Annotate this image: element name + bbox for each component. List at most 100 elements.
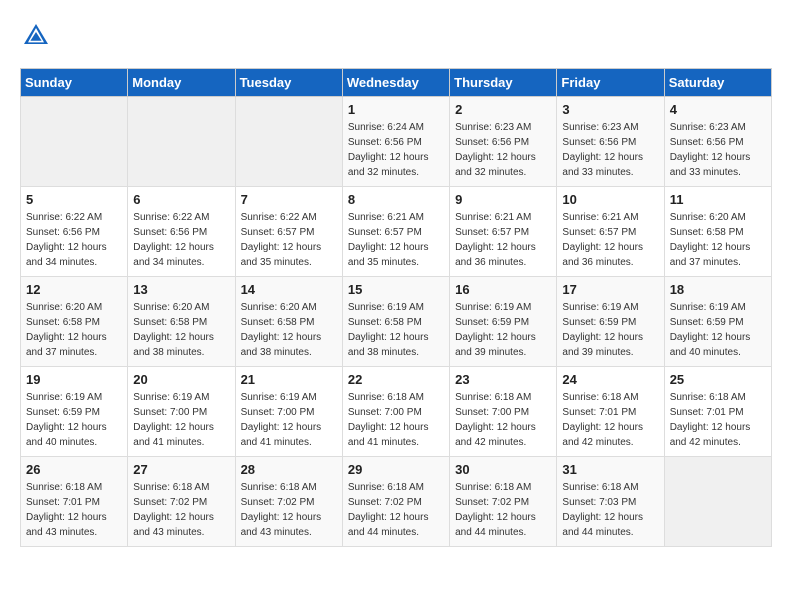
day-number: 19: [26, 372, 122, 387]
day-number: 16: [455, 282, 551, 297]
day-info: Sunrise: 6:23 AMSunset: 6:56 PMDaylight:…: [670, 120, 766, 180]
day-info: Sunrise: 6:18 AMSunset: 7:02 PMDaylight:…: [241, 480, 337, 540]
calendar-cell: 29 Sunrise: 6:18 AMSunset: 7:02 PMDayligh…: [342, 457, 449, 547]
calendar-cell: 11 Sunrise: 6:20 AMSunset: 6:58 PMDayligh…: [664, 187, 771, 277]
calendar-cell: 28 Sunrise: 6:18 AMSunset: 7:02 PMDayligh…: [235, 457, 342, 547]
day-info: Sunrise: 6:22 AMSunset: 6:57 PMDaylight:…: [241, 210, 337, 270]
calendar-week-2: 5 Sunrise: 6:22 AMSunset: 6:56 PMDaylight…: [21, 187, 772, 277]
calendar-cell: 14 Sunrise: 6:20 AMSunset: 6:58 PMDayligh…: [235, 277, 342, 367]
calendar-cell: [128, 97, 235, 187]
day-info: Sunrise: 6:20 AMSunset: 6:58 PMDaylight:…: [241, 300, 337, 360]
calendar-week-3: 12Sunrise: 6:20 AMSunset: 6:58 PMDayligh…: [21, 277, 772, 367]
calendar-cell: 13 Sunrise: 6:20 AMSunset: 6:58 PMDayligh…: [128, 277, 235, 367]
day-number: 14: [241, 282, 337, 297]
calendar-cell: [235, 97, 342, 187]
calendar-week-4: 19 Sunrise: 6:19 AMSunset: 6:59 PMDayligh…: [21, 367, 772, 457]
day-info: Sunrise: 6:21 AMSunset: 6:57 PMDaylight:…: [455, 210, 551, 270]
day-number: 23: [455, 372, 551, 387]
day-info: Sunrise: 6:18 AMSunset: 7:02 PMDaylight:…: [133, 480, 229, 540]
calendar-cell: 17 Sunrise: 6:19 AMSunset: 6:59 PMDayligh…: [557, 277, 664, 367]
calendar-week-1: 1 Sunrise: 6:24 AMSunset: 6:56 PMDaylight…: [21, 97, 772, 187]
calendar-cell: 6Sunrise: 6:22 AMSunset: 6:56 PMDaylight…: [128, 187, 235, 277]
day-number: 9: [455, 192, 551, 207]
page-header: [20, 20, 772, 52]
day-number: 28: [241, 462, 337, 477]
day-info: Sunrise: 6:18 AMSunset: 7:01 PMDaylight:…: [26, 480, 122, 540]
logo-icon: [20, 20, 52, 52]
day-number: 15: [348, 282, 444, 297]
calendar-cell: 18 Sunrise: 6:19 AMSunset: 6:59 PMDayligh…: [664, 277, 771, 367]
weekday-header-friday: Friday: [557, 69, 664, 97]
day-info: Sunrise: 6:19 AMSunset: 6:59 PMDaylight:…: [26, 390, 122, 450]
calendar-body: 1 Sunrise: 6:24 AMSunset: 6:56 PMDaylight…: [21, 97, 772, 547]
day-number: 31: [562, 462, 658, 477]
day-number: 13: [133, 282, 229, 297]
day-number: 24: [562, 372, 658, 387]
day-info: Sunrise: 6:23 AMSunset: 6:56 PMDaylight:…: [562, 120, 658, 180]
day-info: Sunrise: 6:18 AMSunset: 7:01 PMDaylight:…: [670, 390, 766, 450]
calendar-cell: 25 Sunrise: 6:18 AMSunset: 7:01 PMDayligh…: [664, 367, 771, 457]
day-info: Sunrise: 6:22 AMSunset: 6:56 PMDaylight:…: [26, 210, 122, 270]
day-info: Sunrise: 6:18 AMSunset: 7:03 PMDaylight:…: [562, 480, 658, 540]
weekday-header-sunday: Sunday: [21, 69, 128, 97]
calendar-cell: 26 Sunrise: 6:18 AMSunset: 7:01 PMDayligh…: [21, 457, 128, 547]
day-info: Sunrise: 6:18 AMSunset: 7:01 PMDaylight:…: [562, 390, 658, 450]
calendar-week-5: 26 Sunrise: 6:18 AMSunset: 7:01 PMDayligh…: [21, 457, 772, 547]
day-number: 8: [348, 192, 444, 207]
day-info: Sunrise: 6:19 AMSunset: 6:59 PMDaylight:…: [670, 300, 766, 360]
day-info: Sunrise: 6:21 AMSunset: 6:57 PMDaylight:…: [348, 210, 444, 270]
day-number: 5: [26, 192, 122, 207]
weekday-header-tuesday: Tuesday: [235, 69, 342, 97]
calendar-cell: 21 Sunrise: 6:19 AMSunset: 7:00 PMDayligh…: [235, 367, 342, 457]
calendar-cell: 22Sunrise: 6:18 AMSunset: 7:00 PMDayligh…: [342, 367, 449, 457]
calendar-cell: 20 Sunrise: 6:19 AMSunset: 7:00 PMDayligh…: [128, 367, 235, 457]
calendar-cell: 19 Sunrise: 6:19 AMSunset: 6:59 PMDayligh…: [21, 367, 128, 457]
day-number: 20: [133, 372, 229, 387]
calendar-cell: 16 Sunrise: 6:19 AMSunset: 6:59 PMDayligh…: [450, 277, 557, 367]
calendar-cell: 3Sunrise: 6:23 AMSunset: 6:56 PMDaylight…: [557, 97, 664, 187]
day-info: Sunrise: 6:23 AMSunset: 6:56 PMDaylight:…: [455, 120, 551, 180]
weekday-header-wednesday: Wednesday: [342, 69, 449, 97]
calendar-cell: 30 Sunrise: 6:18 AMSunset: 7:02 PMDayligh…: [450, 457, 557, 547]
day-number: 25: [670, 372, 766, 387]
calendar-cell: 23Sunrise: 6:18 AMSunset: 7:00 PMDayligh…: [450, 367, 557, 457]
calendar-cell: [21, 97, 128, 187]
calendar-cell: 24 Sunrise: 6:18 AMSunset: 7:01 PMDayligh…: [557, 367, 664, 457]
day-info: Sunrise: 6:20 AMSunset: 6:58 PMDaylight:…: [670, 210, 766, 270]
day-info: Sunrise: 6:19 AMSunset: 7:00 PMDaylight:…: [241, 390, 337, 450]
day-info: Sunrise: 6:20 AMSunset: 6:58 PMDaylight:…: [26, 300, 122, 360]
calendar-cell: 9 Sunrise: 6:21 AMSunset: 6:57 PMDaylight…: [450, 187, 557, 277]
day-number: 11: [670, 192, 766, 207]
calendar-cell: 12Sunrise: 6:20 AMSunset: 6:58 PMDayligh…: [21, 277, 128, 367]
day-number: 2: [455, 102, 551, 117]
calendar-cell: 1 Sunrise: 6:24 AMSunset: 6:56 PMDaylight…: [342, 97, 449, 187]
day-info: Sunrise: 6:18 AMSunset: 7:00 PMDaylight:…: [348, 390, 444, 450]
calendar-cell: 2 Sunrise: 6:23 AMSunset: 6:56 PMDaylight…: [450, 97, 557, 187]
day-info: Sunrise: 6:19 AMSunset: 6:59 PMDaylight:…: [455, 300, 551, 360]
weekday-header-monday: Monday: [128, 69, 235, 97]
day-info: Sunrise: 6:19 AMSunset: 6:59 PMDaylight:…: [562, 300, 658, 360]
day-number: 29: [348, 462, 444, 477]
calendar-cell: 10Sunrise: 6:21 AMSunset: 6:57 PMDayligh…: [557, 187, 664, 277]
day-number: 6: [133, 192, 229, 207]
calendar-cell: 7Sunrise: 6:22 AMSunset: 6:57 PMDaylight…: [235, 187, 342, 277]
day-number: 17: [562, 282, 658, 297]
day-info: Sunrise: 6:19 AMSunset: 7:00 PMDaylight:…: [133, 390, 229, 450]
day-number: 18: [670, 282, 766, 297]
day-number: 4: [670, 102, 766, 117]
day-number: 1: [348, 102, 444, 117]
day-info: Sunrise: 6:18 AMSunset: 7:02 PMDaylight:…: [348, 480, 444, 540]
day-info: Sunrise: 6:19 AMSunset: 6:58 PMDaylight:…: [348, 300, 444, 360]
calendar-cell: 8 Sunrise: 6:21 AMSunset: 6:57 PMDaylight…: [342, 187, 449, 277]
weekday-header-saturday: Saturday: [664, 69, 771, 97]
day-number: 26: [26, 462, 122, 477]
day-number: 21: [241, 372, 337, 387]
calendar-cell: 15 Sunrise: 6:19 AMSunset: 6:58 PMDayligh…: [342, 277, 449, 367]
day-info: Sunrise: 6:21 AMSunset: 6:57 PMDaylight:…: [562, 210, 658, 270]
day-number: 30: [455, 462, 551, 477]
weekday-header-row: SundayMondayTuesdayWednesdayThursdayFrid…: [21, 69, 772, 97]
day-info: Sunrise: 6:18 AMSunset: 7:02 PMDaylight:…: [455, 480, 551, 540]
day-info: Sunrise: 6:20 AMSunset: 6:58 PMDaylight:…: [133, 300, 229, 360]
calendar-cell: 5 Sunrise: 6:22 AMSunset: 6:56 PMDaylight…: [21, 187, 128, 277]
day-info: Sunrise: 6:24 AMSunset: 6:56 PMDaylight:…: [348, 120, 444, 180]
